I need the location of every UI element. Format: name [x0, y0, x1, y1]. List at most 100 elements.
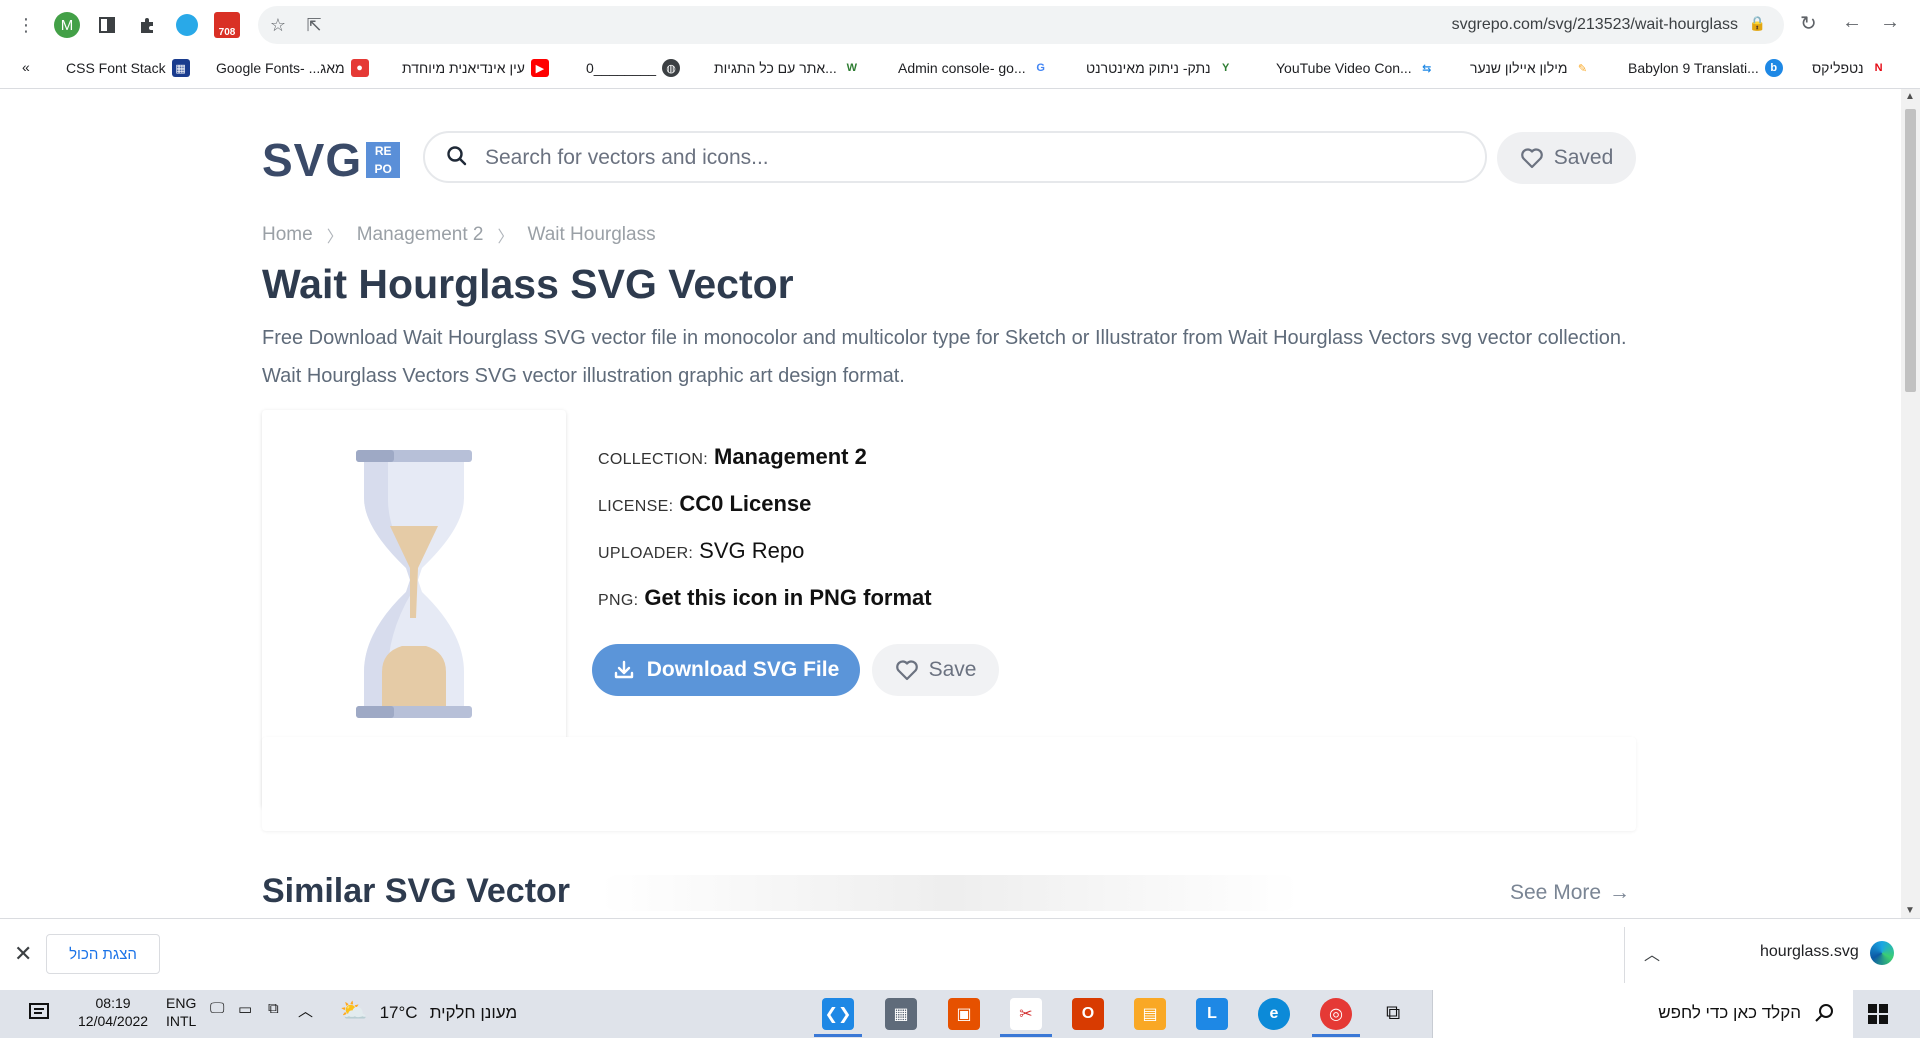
bookmark-item[interactable]: Babylon 9 Translati... b	[1628, 59, 1783, 77]
back-arrow-icon[interactable]: ←	[1842, 11, 1862, 34]
scroll-thumb[interactable]	[1905, 109, 1916, 392]
windows-taskbar: 08:19 12/04/2022 ENG INTL 🖵 ▭ ⧉ ︿ ⛅ 17°C…	[0, 990, 1920, 1038]
bookmark-item[interactable]: CSS Font Stack ▦	[66, 59, 190, 77]
meta-collection: COLLECTION: Management 2	[598, 444, 867, 470]
network-icon[interactable]: 🖵	[210, 1000, 224, 1017]
download-svg-button[interactable]: Download SVG File	[592, 644, 860, 696]
snipping-tool-icon[interactable]: ✂	[1010, 998, 1042, 1030]
bookmark-item[interactable]: מילון איילון שנער ✎	[1470, 59, 1592, 77]
arrow-right-icon: →	[1609, 881, 1631, 904]
active-indicator	[1000, 1034, 1052, 1037]
vscode-icon[interactable]: ❮❯	[822, 998, 854, 1030]
extensions-puzzle-icon[interactable]	[133, 11, 161, 39]
side-panel-icon[interactable]	[93, 11, 121, 39]
lock-icon: 🔒	[1748, 15, 1766, 31]
clock[interactable]: 08:19 12/04/2022	[78, 994, 148, 1030]
address-bar[interactable]: ☆ ⇱ svgrepo.com/svg/213523/wait-hourglas…	[258, 6, 1784, 44]
active-indicator	[814, 1034, 862, 1037]
google-fonts-icon: ●	[350, 59, 369, 77]
device-icon[interactable]: ⧉	[268, 1000, 279, 1017]
bookmark-item[interactable]: Admin console- go... G	[898, 59, 1050, 77]
bookmark-item[interactable]: אתר עם כל התגיות... W	[714, 59, 861, 77]
cloud-extension-icon[interactable]	[173, 11, 201, 39]
breadcrumb-home[interactable]: Home	[262, 224, 313, 246]
bookmark-item[interactable]: 0________ ◍	[586, 59, 681, 77]
weather-widget[interactable]: ⛅ 17°C מעונן חלקית	[340, 998, 517, 1024]
windows-start-icon[interactable]	[1868, 1004, 1888, 1024]
taskbar-search[interactable]: הקלד כאן כדי לחפש	[1432, 990, 1853, 1038]
see-more-link[interactable]: See More →	[1510, 881, 1630, 905]
presentation-icon[interactable]: ▣	[948, 998, 980, 1030]
license-link[interactable]: CC0 License	[679, 491, 811, 517]
bookmark-item[interactable]: Google Fonts- ...מאג ●	[216, 59, 369, 77]
menu-kebab-icon[interactable]: ⋮	[12, 11, 40, 39]
scroll-down-icon[interactable]: ▼	[1905, 905, 1915, 916]
calculator-icon[interactable]: ▦	[885, 998, 917, 1030]
profile-avatar[interactable]: M	[53, 11, 81, 39]
png-download-link[interactable]: Get this icon in PNG format	[644, 585, 931, 611]
l-app-icon[interactable]: L	[1196, 998, 1228, 1030]
chrome-icon[interactable]: ◎	[1320, 998, 1352, 1030]
chevron-up-icon[interactable]: ︿	[1644, 941, 1660, 965]
page-title: Wait Hourglass SVG Vector	[262, 261, 794, 307]
collection-link[interactable]: Management 2	[714, 444, 867, 470]
youtube-icon: ▶	[530, 59, 549, 77]
battery-icon[interactable]: ▭	[238, 1000, 252, 1018]
meta-uploader: UPLOADER: SVG Repo	[598, 538, 805, 564]
uploader-link[interactable]: SVG Repo	[699, 538, 804, 564]
close-icon[interactable]: ✕	[14, 941, 32, 967]
save-button[interactable]: Save	[872, 644, 999, 696]
show-all-downloads-button[interactable]: הצגת הכול	[46, 934, 160, 974]
reload-icon[interactable]: ↻	[1800, 11, 1817, 36]
bookmarks-overflow-icon[interactable]: «	[22, 59, 30, 75]
netflix-icon: N	[1869, 59, 1888, 77]
bookmark-item[interactable]: נטפליקס N	[1812, 59, 1888, 77]
breadcrumb-collection[interactable]: Management 2	[357, 224, 484, 246]
downloaded-file-name[interactable]: hourglass.svg	[1760, 943, 1859, 961]
search-box	[423, 131, 1487, 183]
search-icon	[447, 146, 467, 166]
bookmark-star-icon[interactable]: ☆	[264, 11, 292, 39]
page-scrollbar[interactable]: ▲ ▼	[1901, 89, 1920, 918]
meta-png: PNG: Get this icon in PNG format	[598, 585, 932, 611]
file-explorer-icon[interactable]: ▤	[1134, 998, 1166, 1030]
page-description: Free Download Wait Hourglass SVG vector …	[262, 327, 1627, 387]
google-icon: G	[1031, 59, 1050, 77]
globe-icon: ◍	[662, 59, 681, 77]
bookmark-item[interactable]: נתק- ניתוק מאינטרנט Y	[1086, 59, 1235, 77]
share-icon[interactable]: ⇱	[300, 11, 328, 39]
search-icon	[1815, 1004, 1833, 1022]
download-icon	[614, 660, 633, 679]
notifications-icon[interactable]	[28, 1002, 50, 1026]
gmail-icon[interactable]: 708	[213, 11, 241, 39]
url-text: svgrepo.com/svg/213523/wait-hourglass	[1451, 16, 1738, 33]
office-icon[interactable]: O	[1072, 998, 1104, 1030]
forward-arrow-icon[interactable]: →	[1880, 11, 1900, 34]
divider	[1624, 927, 1625, 983]
saved-button[interactable]: Saved	[1497, 132, 1636, 184]
w3-icon: W	[842, 59, 861, 77]
bookmarks-bar: « CSS Font Stack ▦ Google Fonts- ...מאג …	[0, 50, 1920, 89]
css-font-stack-icon: ▦	[171, 59, 190, 77]
scroll-up-icon[interactable]: ▲	[1905, 91, 1915, 102]
bookmark-item[interactable]: עין אינדיאנית מיוחדת ▶	[402, 59, 549, 77]
heart-icon	[895, 660, 918, 681]
search-input[interactable]	[483, 139, 1447, 177]
similar-heading: Similar SVG Vector	[262, 872, 571, 910]
dictionary-icon: ✎	[1573, 59, 1592, 77]
loading-placeholder	[600, 875, 1300, 911]
browser-toolbar: ⋮ M 708 ☆ ⇱ svgrepo.com/svg/213523/wait-…	[0, 0, 1920, 50]
task-view-icon[interactable]: ⧉	[1386, 1002, 1400, 1025]
edge-icon[interactable]: e	[1258, 998, 1290, 1030]
bookmark-item[interactable]: YouTube Video Con... ⇆	[1276, 59, 1436, 77]
tray-chevron-up-icon[interactable]: ︿	[298, 1000, 313, 1021]
download-shelf: ✕ הצגת הכול ︿ hourglass.svg	[0, 918, 1920, 991]
site-logo[interactable]: SVG RE PO	[262, 133, 401, 187]
chevron-right-icon: 〉	[497, 229, 514, 246]
meta-license: LICENSE: CC0 License	[598, 491, 812, 517]
tree-icon: Y	[1216, 59, 1235, 77]
breadcrumb: Home 〉 Management 2 〉 Wait Hourglass	[262, 223, 656, 247]
edge-file-icon	[1870, 941, 1894, 965]
weather-cloud-icon: ⛅	[340, 998, 368, 1023]
language-indicator[interactable]: ENG INTL	[166, 994, 196, 1030]
